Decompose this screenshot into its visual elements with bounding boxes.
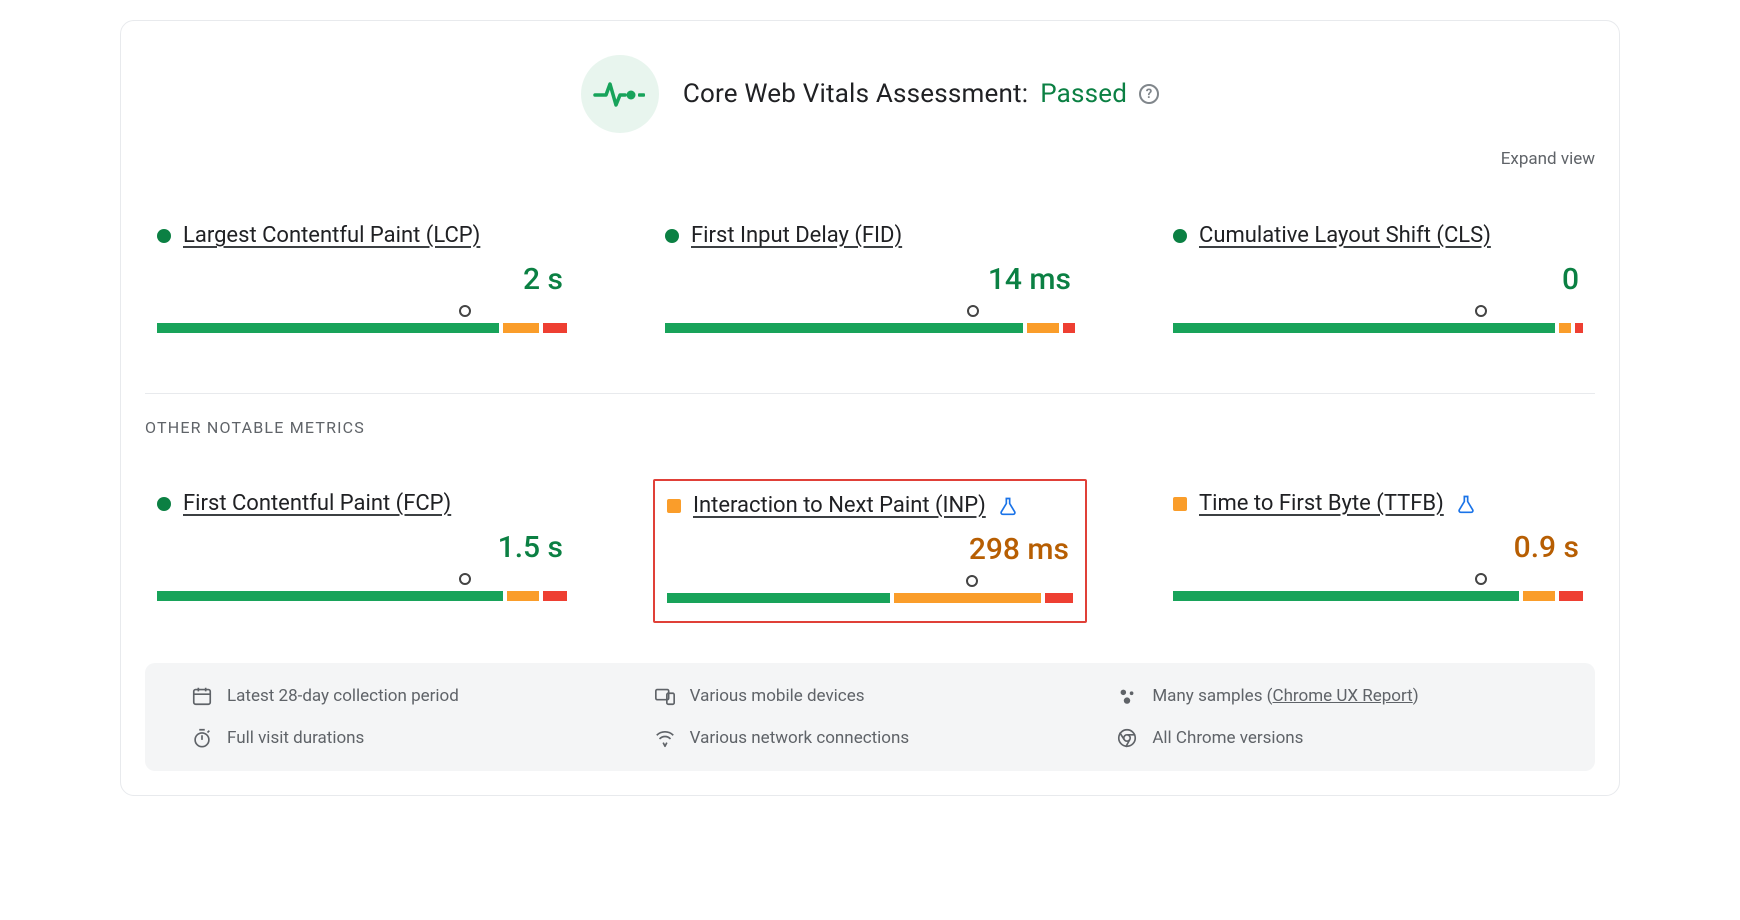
flask-icon	[1456, 494, 1476, 514]
status-indicator	[1173, 497, 1187, 511]
distribution-bar	[157, 573, 567, 601]
assessment-status: Passed	[1040, 79, 1127, 109]
metric-cls: Cumulative Layout Shift (CLS) 0	[1161, 211, 1595, 351]
footer-durations: Full visit durations	[191, 727, 624, 749]
flask-icon	[998, 496, 1018, 516]
status-indicator	[157, 229, 171, 243]
metric-header: Time to First Byte (TTFB)	[1173, 491, 1583, 516]
assessment-title-prefix: Core Web Vitals Assessment:	[683, 79, 1028, 109]
metric-inp: Interaction to Next Paint (INP) 298 ms	[653, 479, 1087, 623]
status-indicator	[665, 229, 679, 243]
p75-marker	[457, 573, 473, 585]
metric-header: Cumulative Layout Shift (CLS)	[1173, 223, 1583, 248]
metric-value: 0.9 s	[1173, 530, 1579, 565]
core-metrics-row: Largest Contentful Paint (LCP) 2 s First …	[145, 211, 1595, 351]
distribution-bar	[1173, 573, 1583, 601]
metric-header: Interaction to Next Paint (INP)	[667, 493, 1073, 518]
chrome-icon	[1116, 727, 1138, 749]
metric-ttfb: Time to First Byte (TTFB) 0.9 s	[1161, 479, 1595, 623]
status-indicator	[157, 497, 171, 511]
status-indicator	[1173, 229, 1187, 243]
metric-header: Largest Contentful Paint (LCP)	[157, 223, 567, 248]
footer-devices: Various mobile devices	[654, 685, 1087, 707]
p75-marker	[1473, 573, 1489, 585]
metric-fcp: First Contentful Paint (FCP) 1.5 s	[145, 479, 579, 623]
metric-value: 14 ms	[665, 262, 1071, 297]
divider	[145, 393, 1595, 394]
metric-value: 1.5 s	[157, 530, 563, 565]
metric-lcp: Largest Contentful Paint (LCP) 2 s	[145, 211, 579, 351]
p75-marker	[457, 305, 473, 317]
metric-name-link[interactable]: Interaction to Next Paint (INP)	[693, 493, 986, 518]
metric-value: 0	[1173, 262, 1579, 297]
distribution-bar	[665, 305, 1075, 333]
other-metrics-heading: OTHER NOTABLE METRICS	[145, 418, 1595, 437]
devices-icon	[654, 685, 676, 707]
help-icon[interactable]: ?	[1139, 84, 1159, 104]
metric-name-link[interactable]: Largest Contentful Paint (LCP)	[183, 223, 480, 248]
samples-icon	[1116, 685, 1138, 707]
metric-name-link[interactable]: First Input Delay (FID)	[691, 223, 902, 248]
footer-period: Latest 28-day collection period	[191, 685, 624, 707]
calendar-icon	[191, 685, 213, 707]
status-indicator	[667, 499, 681, 513]
assessment-header: Core Web Vitals Assessment: Passed ?	[145, 55, 1595, 133]
metric-fid: First Input Delay (FID) 14 ms	[653, 211, 1087, 351]
distribution-bar	[667, 575, 1073, 603]
metric-name-link[interactable]: Time to First Byte (TTFB)	[1199, 491, 1444, 516]
p75-marker	[965, 305, 981, 317]
vitals-card: Core Web Vitals Assessment: Passed ? Exp…	[120, 20, 1620, 796]
stopwatch-icon	[191, 727, 213, 749]
metric-header: First Input Delay (FID)	[665, 223, 1075, 248]
metric-value: 2 s	[157, 262, 563, 297]
footer-chrome: All Chrome versions	[1116, 727, 1549, 749]
footer-network: Various network connections	[654, 727, 1087, 749]
expand-view-link[interactable]: Expand view	[1501, 149, 1595, 169]
chrome-ux-report-link[interactable]: Chrome UX Report	[1273, 686, 1413, 706]
other-metrics-row: First Contentful Paint (FCP) 1.5 s Intera…	[145, 479, 1595, 623]
distribution-bar	[1173, 305, 1583, 333]
metric-value: 298 ms	[667, 532, 1069, 567]
metric-name-link[interactable]: First Contentful Paint (FCP)	[183, 491, 451, 516]
p75-marker	[964, 575, 980, 587]
metadata-footer: Latest 28-day collection period Various …	[145, 663, 1595, 771]
distribution-bar	[157, 305, 567, 333]
metric-name-link[interactable]: Cumulative Layout Shift (CLS)	[1199, 223, 1491, 248]
footer-samples: Many samples (Chrome UX Report)	[1116, 685, 1549, 707]
metric-header: First Contentful Paint (FCP)	[157, 491, 567, 516]
p75-marker	[1473, 305, 1489, 317]
pulse-icon	[581, 55, 659, 133]
network-icon	[654, 727, 676, 749]
